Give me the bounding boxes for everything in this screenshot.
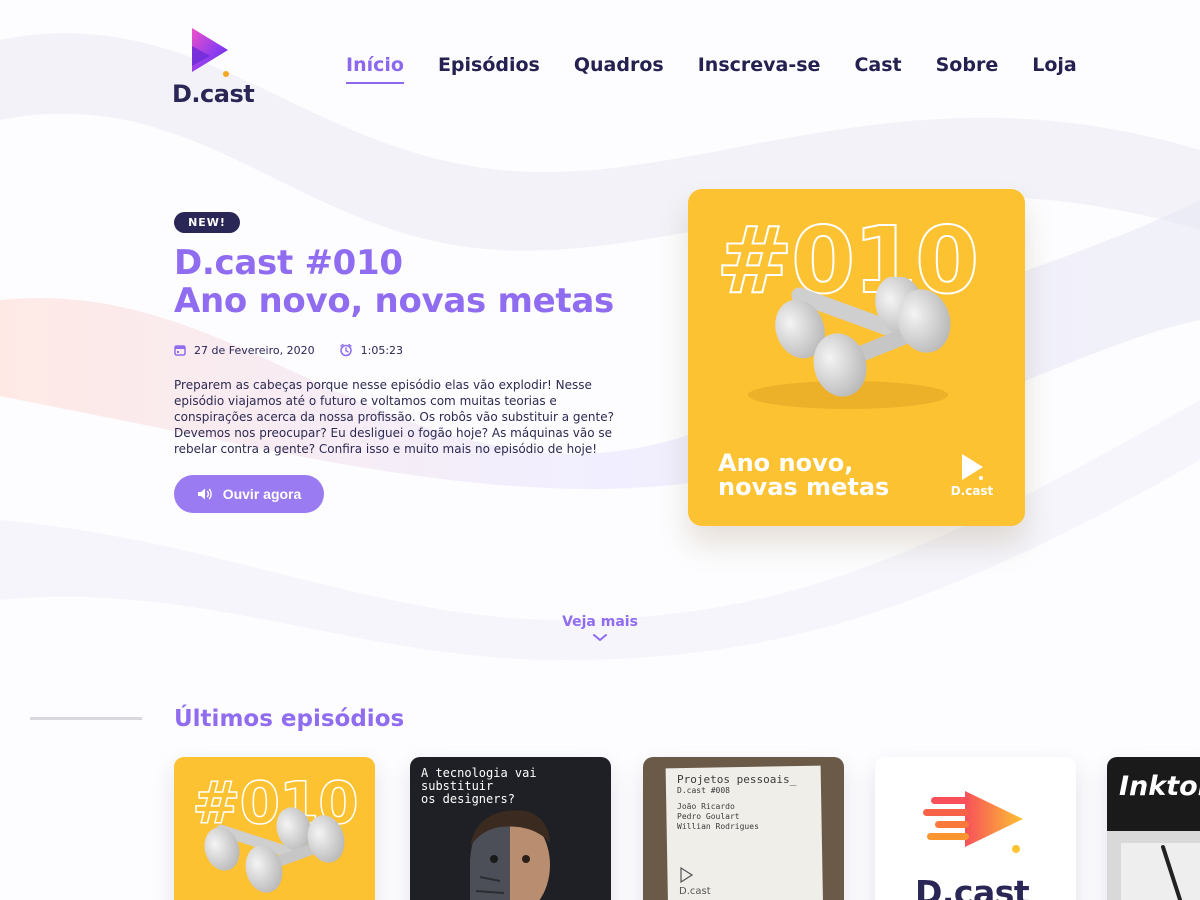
episode-card[interactable]: D.cast [875,757,1076,900]
portrait-image [470,810,550,900]
desk-image [1107,831,1200,900]
episode-title-line2: Ano novo, novas metas [174,281,614,321]
card-headline: Inktob [1119,771,1200,802]
card-title: Projetos pessoais_ [677,773,797,786]
play-logo-icon [192,28,229,77]
play-icon [680,866,694,884]
card-headline-line3: os designers? [421,792,515,806]
cover-logo-text: D.cast [950,484,994,498]
main-nav: Início Episódios Quadros Inscreva-se Cas… [346,54,1077,84]
card-text: Projetos pessoais_ D.cast #008 João Rica… [677,773,796,832]
dumbbells-image [204,807,345,893]
episode-card[interactable]: A tecnologia vai substituir os designers… [410,757,611,900]
play-icon [962,454,983,480]
latest-episodes-title: Últimos episódios [174,706,405,732]
episode-card[interactable]: Inktob [1107,757,1200,900]
card-headline: A tecnologia vai substituir os designers… [421,767,537,806]
nav-quadros[interactable]: Quadros [574,54,664,84]
see-more-link[interactable]: Veja mais [540,614,660,642]
cover-title-line1: Ano novo, [718,449,854,477]
nav-sobre[interactable]: Sobre [936,54,999,84]
nav-loja[interactable]: Loja [1032,54,1077,84]
episode-title: D.cast #010 Ano novo, novas metas [174,244,614,320]
episode-date: 27 de Fevereiro, 2020 [194,343,315,357]
brand-name: D.cast [172,80,255,108]
clock-icon [339,343,352,357]
card-names: João Ricardo Pedro Goulart Willian Rodri… [677,802,796,832]
dumbbells-image [748,277,951,409]
new-badge: NEW! [174,212,240,233]
nav-episodios[interactable]: Episódios [438,54,540,84]
episode-card[interactable]: Projetos pessoais_ D.cast #008 João Rica… [643,757,844,900]
episode-title-line1: D.cast #010 [174,243,403,283]
episode-cover[interactable]: #010 Ano novo, novas metas D.cast [688,189,1025,526]
speaker-icon [197,488,212,500]
nav-inicio[interactable]: Início [346,54,404,84]
card-name: João Ricardo [677,802,735,811]
card-name: Willian Rodrigues [677,822,759,831]
see-more-label: Veja mais [562,614,638,630]
nav-inscreva-se[interactable]: Inscreva-se [698,54,821,84]
card-subtitle: D.cast #008 [677,786,730,795]
card-logo-text: D.cast [679,886,711,897]
section-divider [30,717,142,720]
chevron-down-icon [593,634,607,642]
nav-cast[interactable]: Cast [854,54,901,84]
cover-title: Ano novo, novas metas [718,451,889,499]
cover-logo: D.cast [949,453,995,498]
card-logo: D.cast [679,866,711,897]
cover-title-line2: novas metas [718,473,890,501]
listen-now-label: Ouvir agora [222,486,302,502]
brand-logo[interactable]: D.cast [172,26,255,110]
card-logo-text: D.cast [915,873,1030,900]
listen-now-button[interactable]: Ouvir agora [174,475,324,513]
episode-duration: 1:05:23 [360,343,404,357]
episode-card[interactable]: #010 [174,757,375,900]
calendar-icon [174,345,186,356]
episode-description: Preparem as cabeças porque nesse episódi… [174,378,614,456]
card-name: Pedro Goulart [677,812,740,821]
episode-meta: 27 de Fevereiro, 2020 1:05:23 [174,343,403,357]
